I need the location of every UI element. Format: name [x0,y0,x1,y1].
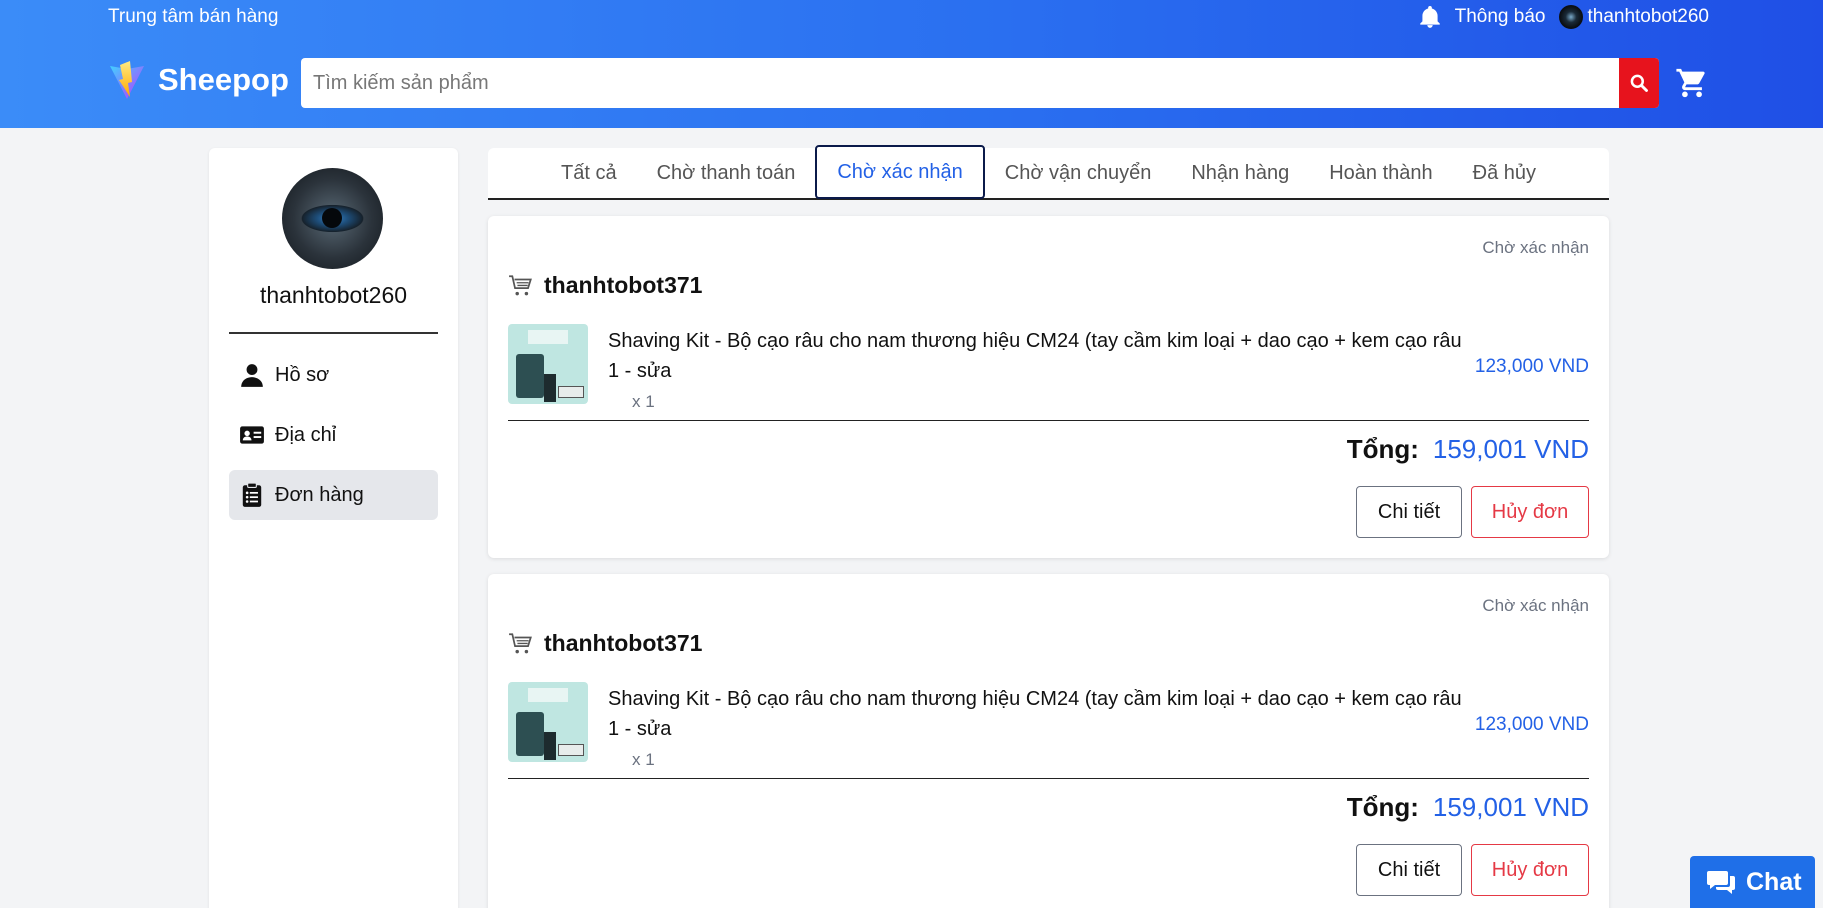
header-username[interactable]: thanhtobot260 [1587,6,1709,28]
tab-awaiting-confirmation[interactable]: Chờ xác nhận [815,145,985,199]
tab-awaiting-shipment[interactable]: Chờ vận chuyển [985,147,1172,199]
id-card-icon [240,426,264,444]
shop-cart-icon [509,274,532,295]
search-input[interactable] [301,58,1619,108]
top-right-bar: Thông báo thanhtobot260 [1417,4,1709,30]
sidebar-item-label: Hồ sơ [275,363,330,386]
order-detail-button[interactable]: Chi tiết [1356,844,1462,896]
sidebar-item-label: Địa chỉ [275,423,337,446]
total-label: Tổng: [1346,434,1419,464]
sidebar-item-orders[interactable]: Đơn hàng [229,470,438,520]
search-icon [1630,74,1648,92]
search-button[interactable] [1619,58,1659,108]
shop-name[interactable]: thanhtobot371 [508,630,702,657]
cart-icon[interactable] [1675,66,1709,100]
order-total: Tổng: 159,001 VND [1347,792,1589,823]
header-avatar[interactable] [1559,5,1584,29]
brand-logo[interactable]: Sheepop [108,60,289,100]
order-status: Chờ xác nhận [1482,238,1589,257]
order-divider [508,420,1589,421]
sidebar-item-profile[interactable]: Hồ sơ [229,350,438,400]
sidebar-username: thanhtobot260 [259,282,408,308]
total-value: 159,001 VND [1432,792,1589,822]
logo-icon [110,61,144,99]
user-icon [241,364,263,387]
sidebar-item-address[interactable]: Địa chỉ [229,410,438,460]
tab-cancelled[interactable]: Đã hủy [1453,147,1556,199]
product-name[interactable]: Shaving Kit - Bộ cạo râu cho nam thương … [608,326,1468,386]
brand-name: Sheepop [158,62,289,97]
chat-button[interactable]: Chat [1690,856,1815,908]
search-bar [301,58,1659,108]
product-price: 123,000 VND [1474,356,1589,377]
shop-name-label: thanhtobot371 [544,272,703,298]
product-price: 123,000 VND [1474,714,1589,735]
order-card: Chờ xác nhận thanhtobot371 Shaving Kit -… [488,216,1609,558]
seller-center-link[interactable]: Trung tâm bán hàng [108,6,278,28]
profile-avatar [282,168,383,269]
bell-icon[interactable] [1417,4,1443,30]
top-header: Trung tâm bán hàng Thông báo thanhtobot2… [0,0,1823,128]
product-quantity: x 1 [632,750,655,769]
order-status-tabs: Tất cả Chờ thanh toán Chờ xác nhận Chờ v… [488,145,1609,200]
shop-name-label: thanhtobot371 [544,630,703,656]
tab-all[interactable]: Tất cả [541,147,637,199]
total-value: 159,001 VND [1432,434,1589,464]
account-sidebar: thanhtobot260 Hồ sơ Địa chỉ Đơn hàng [209,148,458,908]
order-detail-button[interactable]: Chi tiết [1356,486,1462,538]
tab-receiving[interactable]: Nhận hàng [1171,147,1309,199]
cancel-order-button[interactable]: Hủy đơn [1471,844,1589,896]
product-thumbnail[interactable] [508,682,588,762]
chat-label: Chat [1746,867,1802,896]
order-card: Chờ xác nhận thanhtobot371 Shaving Kit -… [488,574,1609,908]
product-name[interactable]: Shaving Kit - Bộ cạo râu cho nam thương … [608,684,1468,744]
product-thumbnail[interactable] [508,324,588,404]
order-status: Chờ xác nhận [1482,596,1589,615]
shop-name[interactable]: thanhtobot371 [508,272,702,299]
cancel-order-button[interactable]: Hủy đơn [1471,486,1589,538]
total-label: Tổng: [1346,792,1419,822]
chat-icon [1707,871,1735,894]
tab-completed[interactable]: Hoàn thành [1309,147,1452,199]
order-total: Tổng: 159,001 VND [1347,434,1589,465]
shop-cart-icon [509,632,532,653]
product-quantity: x 1 [632,392,655,411]
sidebar-item-label: Đơn hàng [275,483,364,506]
sidebar-divider [229,332,438,334]
notifications-link[interactable]: Thông báo [1455,6,1546,28]
clipboard-icon [242,482,262,507]
order-divider [508,778,1589,779]
tab-awaiting-payment[interactable]: Chờ thanh toán [637,147,816,199]
